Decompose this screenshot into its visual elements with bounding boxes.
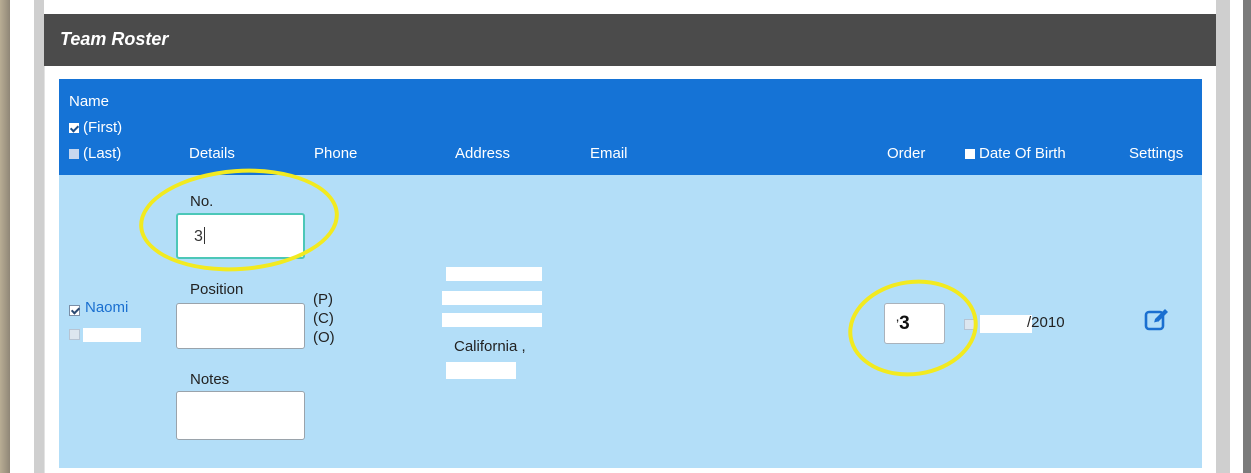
order-column-header: Order	[887, 145, 926, 162]
last-name-checkbox[interactable]	[69, 329, 80, 340]
first-name-checkbox[interactable]	[69, 305, 80, 316]
edit-icon[interactable]	[1144, 306, 1170, 332]
address-column-header: Address	[455, 145, 511, 162]
email-column-header: Email	[590, 145, 628, 162]
dob-year: /2010	[1027, 314, 1065, 331]
redacted-address-line-3	[442, 313, 542, 327]
first-label: (First)	[83, 119, 123, 136]
notes-input[interactable]	[176, 391, 305, 440]
left-gutter	[10, 0, 34, 473]
position-input[interactable]	[176, 303, 305, 349]
panel-title: Team Roster	[44, 14, 1216, 66]
position-option-c: (C)	[313, 310, 334, 327]
left-edge	[0, 0, 10, 473]
position-option-p: (P)	[313, 291, 333, 308]
details-column-header: Details	[189, 145, 235, 162]
frame-border-right	[1216, 0, 1230, 473]
dob-checkbox[interactable]	[965, 149, 975, 160]
last-label: (Last)	[83, 145, 122, 162]
phone-column-header: Phone	[314, 145, 358, 162]
frame-border-left	[34, 0, 44, 473]
roster-header: Name (First) (Last) Details Phone Addres…	[59, 79, 1202, 175]
first-name-link[interactable]: Naomi	[85, 299, 128, 316]
name-column-header: Name	[69, 93, 110, 110]
redacted-last-name	[83, 328, 141, 342]
redacted-dob	[980, 315, 1032, 333]
sort-last-toggle[interactable]: (Last)	[69, 145, 121, 162]
redacted-address-line-1	[446, 267, 542, 281]
address-state: California ,	[454, 338, 526, 355]
sort-first-toggle[interactable]: (First)	[69, 119, 122, 136]
notes-label: Notes	[190, 371, 230, 388]
first-checkbox[interactable]	[69, 123, 79, 134]
settings-column-header: Settings	[1129, 145, 1184, 162]
dob-label: Date Of Birth	[979, 145, 1066, 162]
redacted-address-line-2	[442, 291, 542, 305]
dob-column-toggle[interactable]: Date Of Birth	[965, 145, 1066, 162]
right-edge	[1243, 0, 1251, 473]
position-label: Position	[190, 281, 244, 298]
position-option-o: (O)	[313, 329, 335, 346]
redacted-address-line-5	[446, 362, 516, 379]
last-checkbox[interactable]	[69, 149, 79, 160]
